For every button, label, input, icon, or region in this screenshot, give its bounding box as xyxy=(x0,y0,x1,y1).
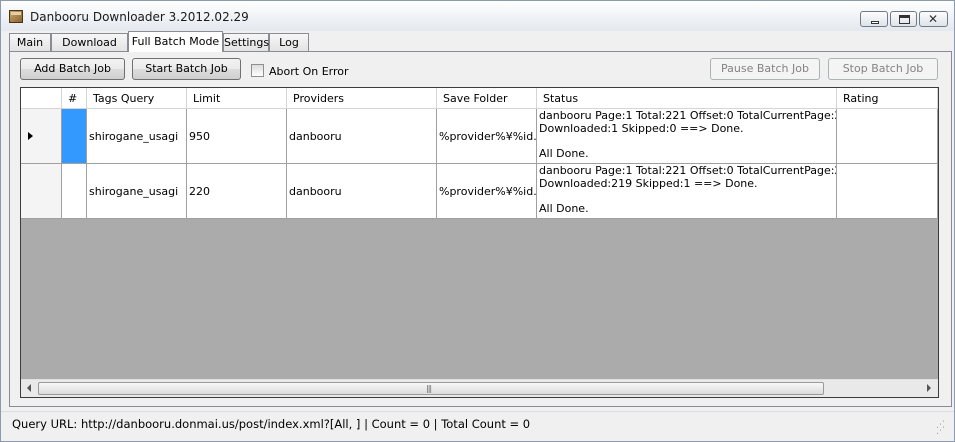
status-line xyxy=(539,135,836,148)
column-header-limit[interactable]: Limit xyxy=(187,88,287,109)
tab-full-batch-mode[interactable]: Full Batch Mode xyxy=(128,31,223,52)
tab-log[interactable]: Log xyxy=(269,33,309,51)
stop-batch-job-button[interactable]: Stop Batch Job xyxy=(828,58,938,80)
row-2-limit-cell[interactable]: 220 xyxy=(187,164,287,219)
row-1-rating-cell[interactable] xyxy=(837,109,938,164)
grid-corner-header[interactable] xyxy=(21,88,62,109)
horizontal-scrollbar[interactable]: ||| xyxy=(21,379,938,397)
row-2-number-cell[interactable] xyxy=(62,164,87,219)
row-1-limit-cell[interactable]: 950 xyxy=(187,109,287,164)
row-1-providers-cell[interactable]: danbooru xyxy=(287,109,437,164)
status-bar: Query URL: http://danbooru.donmai.us/pos… xyxy=(1,411,954,441)
tab-settings[interactable]: Settings xyxy=(223,33,269,51)
maximize-button[interactable] xyxy=(890,11,917,27)
row-header[interactable] xyxy=(21,164,62,219)
scroll-grip-icon: ||| xyxy=(426,384,432,393)
row-2-rating-cell[interactable] xyxy=(837,164,938,219)
column-header-tags-query[interactable]: Tags Query xyxy=(87,88,187,109)
row-1-status-cell[interactable]: danbooru Page:1 Total:221 Offset:0 Total… xyxy=(537,109,837,164)
scroll-left-arrow-icon[interactable] xyxy=(27,384,31,392)
status-line xyxy=(539,190,836,203)
app-icon xyxy=(9,10,23,23)
title-bar[interactable]: Danbooru Downloader 3.2012.02.29 ✕ xyxy=(1,1,954,31)
window-title: Danbooru Downloader 3.2012.02.29 xyxy=(30,10,249,24)
resize-grip-icon[interactable]: ⋰ ⋰ xyxy=(936,421,945,436)
app-window: Danbooru Downloader 3.2012.02.29 ✕ Main … xyxy=(0,0,955,442)
abort-on-error-checkbox[interactable] xyxy=(251,64,264,77)
batch-job-grid[interactable]: # Tags Query Limit Providers Save Folder… xyxy=(20,87,939,398)
column-header-rating[interactable]: Rating xyxy=(837,88,938,109)
current-row-arrow-icon xyxy=(28,132,33,140)
maximize-icon xyxy=(899,15,910,24)
query-url-status: Query URL: http://danbooru.donmai.us/pos… xyxy=(12,417,531,431)
row-header[interactable] xyxy=(21,109,62,164)
row-1-number-cell[interactable] xyxy=(62,109,87,164)
status-line: All Done. xyxy=(539,146,589,160)
row-2-tags-query-cell[interactable]: shirogane_usagi xyxy=(87,164,187,219)
minimize-button[interactable] xyxy=(860,11,888,27)
start-batch-job-button[interactable]: Start Batch Job xyxy=(132,58,241,80)
abort-on-error-label[interactable]: Abort On Error xyxy=(269,65,349,78)
row-2-save-folder-cell[interactable]: %provider%¥%id... xyxy=(437,164,537,219)
close-icon: ✕ xyxy=(928,12,939,26)
scroll-right-arrow-icon[interactable] xyxy=(927,384,931,392)
column-header-status[interactable]: Status xyxy=(537,88,837,109)
close-button[interactable]: ✕ xyxy=(919,11,948,27)
status-line: danbooru Page:1 Total:221 Offset:0 Total… xyxy=(539,109,837,122)
column-header-number[interactable]: # xyxy=(62,88,87,109)
column-header-providers[interactable]: Providers xyxy=(287,88,437,109)
row-2-providers-cell[interactable]: danbooru xyxy=(287,164,437,219)
minimize-icon xyxy=(871,21,879,24)
row-1-save-folder-cell[interactable]: %provider%¥%id... xyxy=(437,109,537,164)
status-line: All Done. xyxy=(539,201,589,215)
row-2-status-cell[interactable]: danbooru Page:1 Total:221 Offset:0 Total… xyxy=(537,164,837,219)
status-line: Downloaded:1 Skipped:0 ==> Done. xyxy=(539,121,744,135)
status-line: danbooru Page:1 Total:221 Offset:0 Total… xyxy=(539,164,837,177)
tab-download-list[interactable]: Download List xyxy=(51,33,128,62)
scrollbar-thumb[interactable]: ||| xyxy=(38,382,824,395)
status-line: Downloaded:219 Skipped:1 ==> Done. xyxy=(539,176,758,190)
row-1-tags-query-cell[interactable]: shirogane_usagi xyxy=(87,109,187,164)
column-header-save-folder[interactable]: Save Folder xyxy=(437,88,537,109)
tab-main[interactable]: Main xyxy=(9,33,51,51)
add-batch-job-button[interactable]: Add Batch Job xyxy=(20,58,125,80)
pause-batch-job-button[interactable]: Pause Batch Job xyxy=(710,58,820,80)
